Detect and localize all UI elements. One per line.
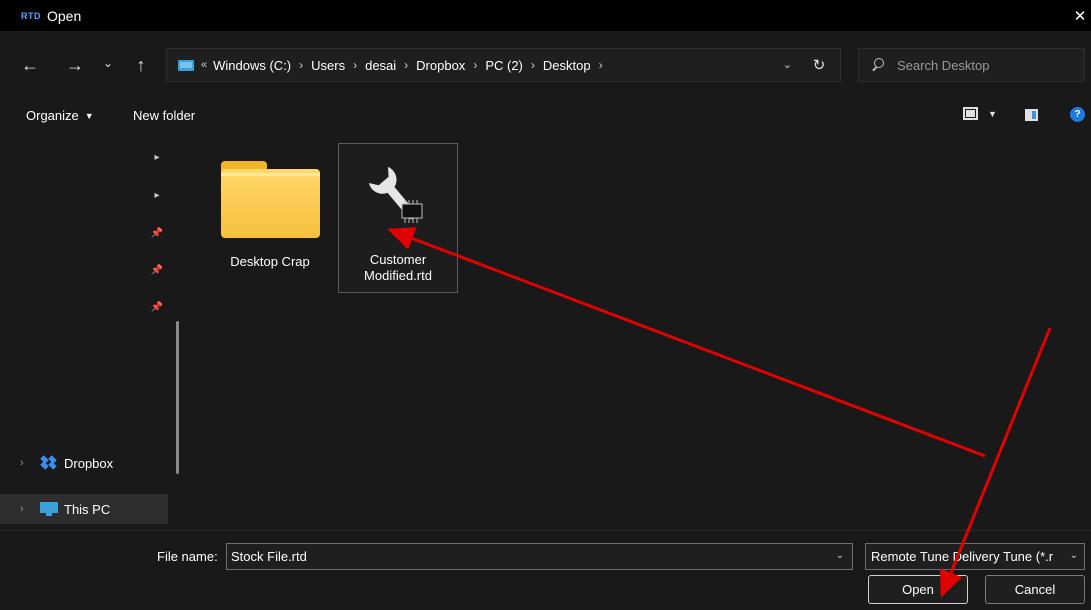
breadcrumb-overflow-icon[interactable]: « [201,59,207,71]
navigation-pane: ▸ ▸ 📌 📌 📌 › Dropbox › This PC [0,135,190,530]
chevron-down-icon: ⌄ [1069,550,1078,561]
pin-icon: 📌 [150,264,164,276]
wrench-chip-icon [348,152,448,246]
file-name-field[interactable]: Stock File.rtd ⌄ [226,543,853,570]
caret-down-icon: ▼ [988,108,997,119]
forward-button[interactable]: → [62,53,88,77]
arrow-right-icon: → [66,54,84,75]
search-icon [871,58,885,72]
change-view-button[interactable]: ▼ [963,107,997,120]
search-input[interactable] [897,57,1077,73]
view-icon [963,107,978,120]
file-type-filter-value: Remote Tune Delivery Tune (*.r [871,549,1054,564]
breadcrumb-windows-c[interactable]: Windows (C:) [213,58,291,73]
recent-locations-button[interactable]: ⌄ [95,51,121,75]
preview-pane-button[interactable] [1025,109,1038,121]
organize-label: Organize [26,108,79,123]
sidebar-item-this-pc[interactable]: › This PC [0,494,168,524]
pin-icon: 📌 [150,227,164,239]
refresh-icon: ↻ [812,57,826,74]
file-item-desktop-crap[interactable]: Desktop Crap [210,145,330,275]
pin-icon: 📌 [150,301,164,313]
file-type-filter-select[interactable]: Remote Tune Delivery Tune (*.r ⌄ [865,543,1085,570]
search-box[interactable] [858,48,1085,82]
breadcrumb-separator-icon[interactable]: › [404,58,408,72]
breadcrumb-separator-icon[interactable]: › [353,58,357,72]
arrow-left-icon: ← [21,54,39,75]
chevron-down-icon[interactable]: ⌄ [836,550,844,561]
organize-menu-button[interactable]: Organize ▼ [26,108,94,123]
title-bar: RTD Open ✕ [0,0,1091,31]
new-folder-label: New folder [133,108,196,123]
window-title: Open [47,7,82,24]
file-name-label: File name: [157,549,218,564]
breadcrumb-pc-2[interactable]: PC (2) [485,58,523,73]
up-button[interactable]: ↑ [128,53,154,77]
app-logo: RTD [21,10,41,21]
command-toolbar: Organize ▼ New folder ▼ ? [0,97,1091,135]
sidebar-item-label: This PC [64,501,111,517]
breadcrumb-desai[interactable]: desai [365,58,396,73]
drive-icon [178,59,194,71]
caret-down-icon: ▼ [84,110,94,121]
sidebar-item-label: Dropbox [64,455,114,471]
refresh-button[interactable]: ↻ [808,55,830,75]
file-name-value[interactable]: Stock File.rtd [231,549,307,564]
breadcrumb-dropbox[interactable]: Dropbox [416,58,465,73]
sidebar-scrollbar[interactable] [176,321,179,474]
breadcrumb-users[interactable]: Users [311,58,345,73]
new-folder-button[interactable]: New folder [133,108,195,123]
help-icon: ? [1074,109,1081,120]
close-button[interactable]: ✕ [1069,0,1091,31]
expand-arrow-icon[interactable]: ▸ [150,188,164,202]
chevron-right-icon[interactable]: › [20,503,30,515]
dialog-footer: File name: Stock File.rtd ⌄ Remote Tune … [0,530,1091,610]
file-item-label: Customer Modified.rtd [364,252,432,283]
chevron-right-icon[interactable]: › [20,457,30,469]
computer-icon [40,502,58,516]
folder-icon [220,161,320,238]
breadcrumb-separator-icon[interactable]: › [299,58,303,72]
back-button[interactable]: ← [17,53,43,77]
breadcrumb-separator-icon[interactable]: › [531,58,535,72]
file-item-customer-modified-rtd[interactable]: Customer Modified.rtd [338,143,458,293]
sidebar-item-dropbox[interactable]: › Dropbox [0,448,168,478]
address-history-dropdown[interactable]: ⌄ [783,58,792,71]
help-button[interactable]: ? [1070,107,1085,122]
dropbox-icon [40,455,58,470]
breadcrumb: Windows (C:) › Users › desai › Dropbox ›… [213,58,610,73]
expand-arrow-icon[interactable]: ▸ [150,150,164,164]
address-bar[interactable]: « Windows (C:) › Users › desai › Dropbox… [166,48,841,82]
open-button[interactable]: Open [868,575,968,604]
breadcrumb-desktop[interactable]: Desktop [543,58,591,73]
navigation-bar: ← → ⌄ ↑ « Windows (C:) › Users › desai ›… [0,31,1091,97]
close-icon: ✕ [1073,7,1087,25]
file-item-label: Desktop Crap [230,254,310,269]
arrow-up-icon: ↑ [136,54,146,75]
breadcrumb-separator-icon[interactable]: › [473,58,477,72]
cancel-button[interactable]: Cancel [985,575,1085,604]
chevron-down-icon: ⌄ [102,56,114,70]
file-list-view: Desktop Crap Customer Modified.rtd [192,135,1091,530]
breadcrumb-separator-icon[interactable]: › [599,58,603,72]
